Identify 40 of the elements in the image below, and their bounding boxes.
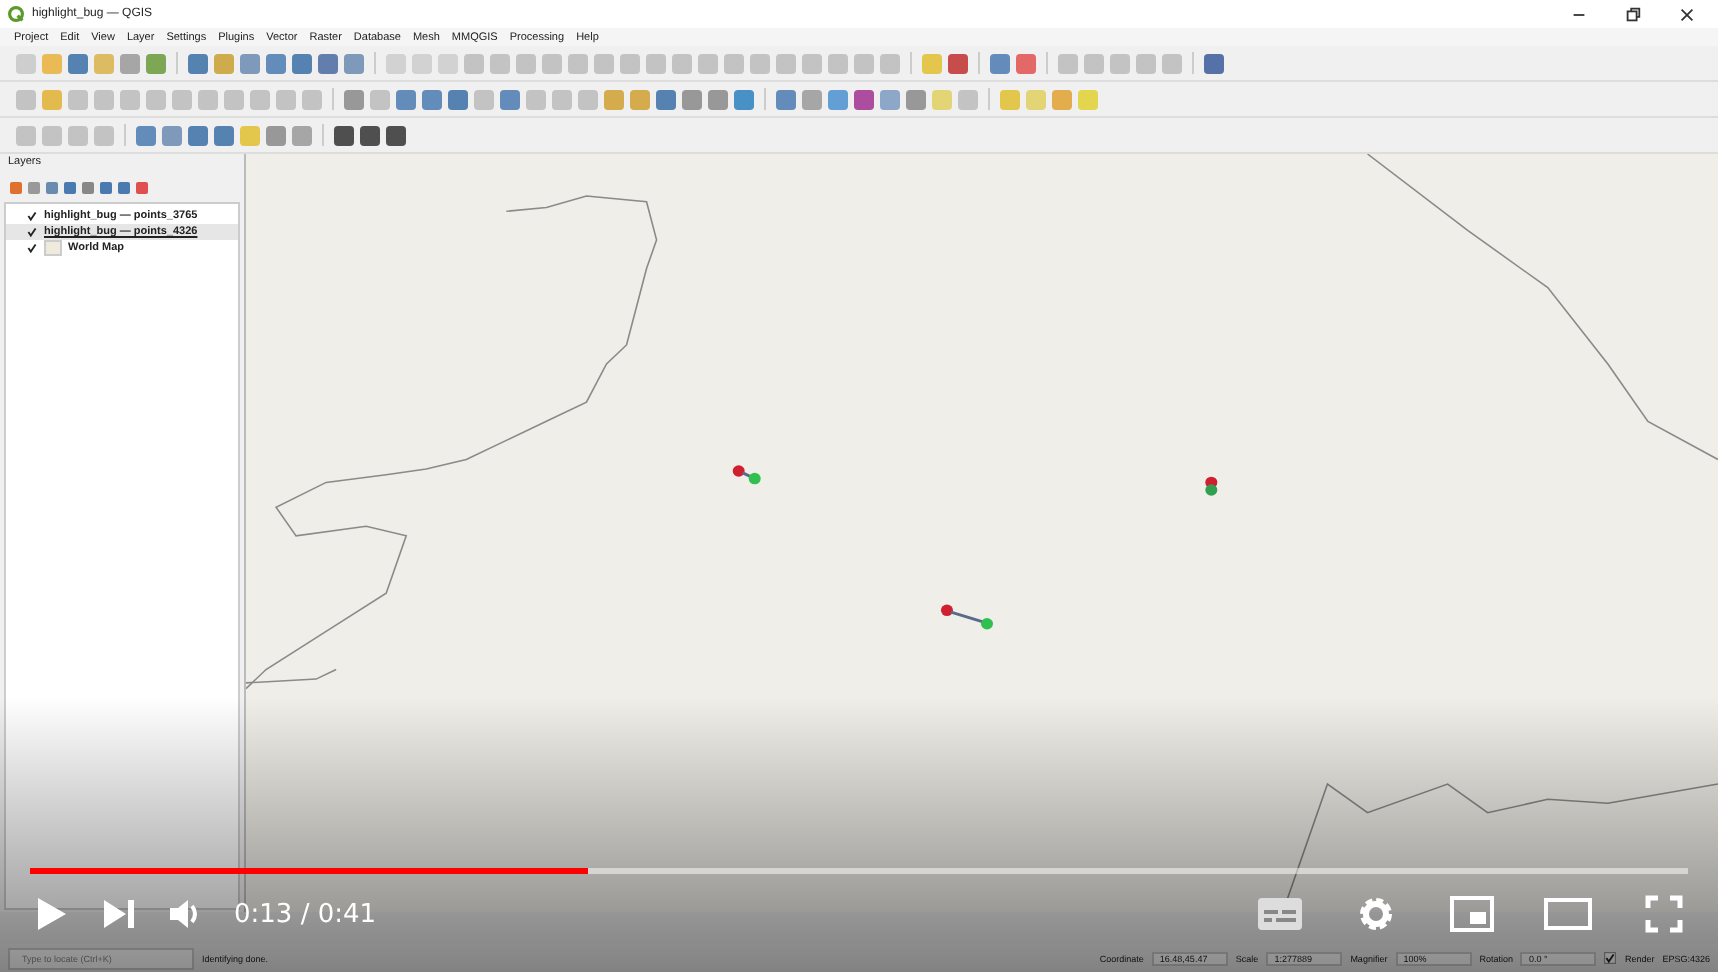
toolbar-square-icon[interactable]: [386, 125, 406, 145]
toolbar-square-icon[interactable]: [266, 53, 286, 73]
toolbar-square-icon[interactable]: [448, 89, 468, 109]
toolbar-square-icon[interactable]: [214, 125, 234, 145]
point-marker: [1205, 476, 1218, 496]
close-icon[interactable]: [1678, 5, 1696, 23]
theater-mode-icon[interactable]: [1544, 894, 1592, 934]
toolbar-square-icon[interactable]: [776, 89, 796, 109]
fullscreen-icon[interactable]: [1640, 894, 1688, 934]
toolbar-square-icon[interactable]: [990, 53, 1010, 73]
subtitles-icon[interactable]: [1256, 894, 1304, 934]
toolbar-square-icon[interactable]: [734, 89, 754, 109]
next-icon[interactable]: [98, 894, 138, 934]
polygon-swatch-icon: [44, 240, 62, 256]
progress-bar[interactable]: [30, 868, 588, 874]
toolbar-square-icon[interactable]: [292, 53, 312, 73]
toolbar-square-icon[interactable]: [334, 125, 354, 145]
layer-checkbox[interactable]: [26, 210, 38, 222]
toolbar-square-icon[interactable]: [948, 53, 968, 73]
video-time: 0:13 / 0:41: [234, 899, 377, 929]
layer-checkbox[interactable]: [26, 242, 38, 254]
toolbar-square-icon[interactable]: [188, 53, 208, 73]
app-logo-icon: [8, 6, 24, 22]
toolbar-square-icon[interactable]: [360, 125, 380, 145]
toolbar-square-icon[interactable]: [422, 89, 442, 109]
render-checkbox[interactable]: [1604, 952, 1617, 964]
toolbar-square-icon[interactable]: [188, 125, 208, 145]
miniplayer-icon[interactable]: [1448, 894, 1496, 934]
toolbar-square-icon[interactable]: [396, 89, 416, 109]
toolbar-square-icon[interactable]: [68, 53, 88, 73]
point-marker: [940, 604, 993, 630]
layer-checkbox[interactable]: [26, 226, 38, 238]
toolbar-square-icon[interactable]: [1204, 53, 1224, 73]
toolbar-square-icon[interactable]: [136, 125, 156, 145]
point-marker: [732, 465, 761, 485]
toolbar-square-icon[interactable]: [500, 89, 520, 109]
restore-icon[interactable]: [1624, 5, 1642, 23]
toolbar-square-icon[interactable]: [318, 53, 338, 73]
toolbar-square-icon[interactable]: [854, 89, 874, 109]
toolbar-square-icon[interactable]: [656, 89, 676, 109]
